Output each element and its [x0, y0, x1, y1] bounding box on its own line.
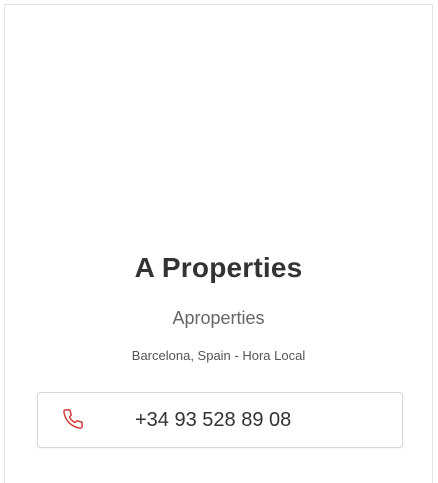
- agent-card: A Properties Aproperties Barcelona, Spai…: [4, 4, 433, 483]
- card-image-area: [5, 5, 432, 241]
- agent-name: A Properties: [134, 252, 303, 283]
- phone-button[interactable]: +34 93 528 89 08: [37, 392, 403, 448]
- agent-location: Barcelona, Spain - Hora Local: [131, 348, 306, 363]
- phone-number: +34 93 528 89 08: [135, 409, 292, 431]
- agent-alias: Aproperties: [172, 308, 265, 328]
- phone-icon: [62, 408, 84, 430]
